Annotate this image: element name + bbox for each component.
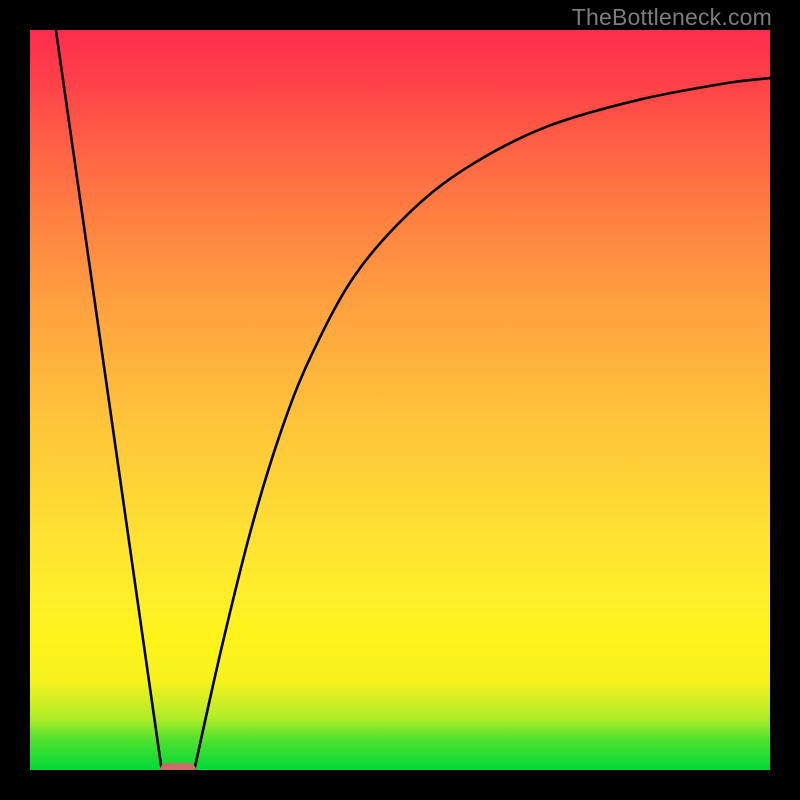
curve-path — [56, 30, 770, 770]
plot-area — [30, 30, 770, 770]
minimum-marker — [160, 763, 196, 770]
attribution-text: TheBottleneck.com — [572, 4, 772, 31]
chart-frame: TheBottleneck.com — [0, 0, 800, 800]
bottleneck-curve — [30, 30, 770, 770]
